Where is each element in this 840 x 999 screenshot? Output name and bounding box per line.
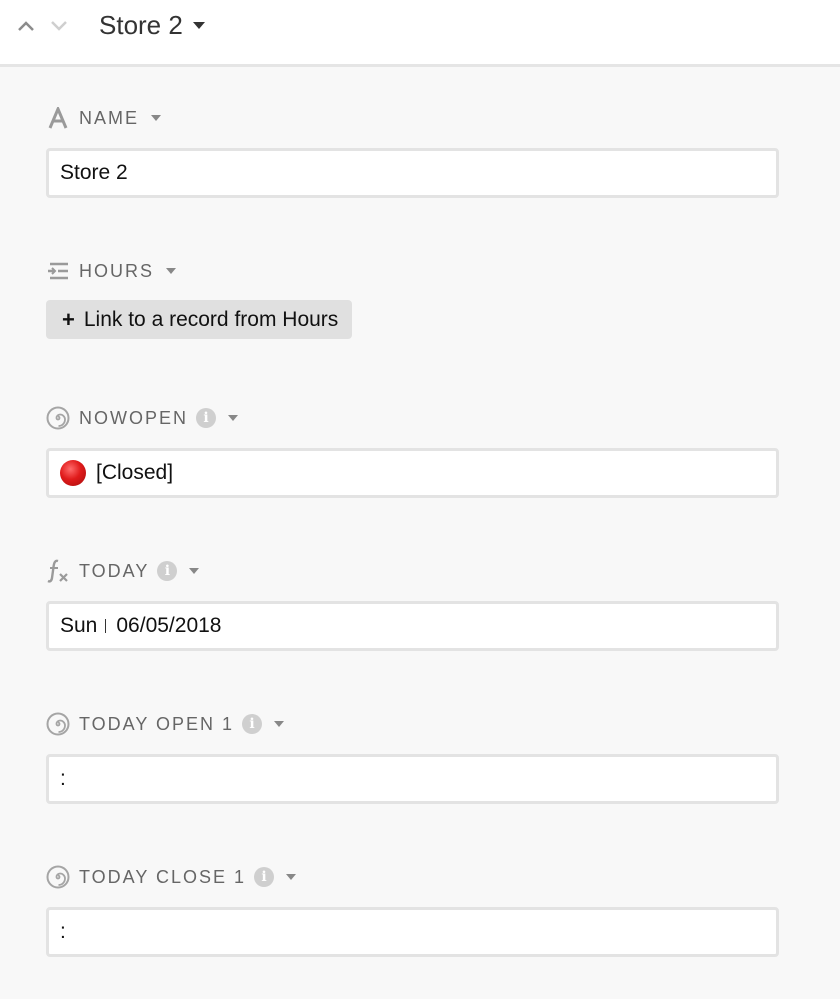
field-name: NAME Store 2: [46, 106, 779, 198]
red-circle-icon: [60, 460, 86, 486]
today-day: Sun: [60, 614, 98, 637]
info-icon[interactable]: i: [196, 408, 217, 428]
formula-icon: [46, 559, 70, 583]
lookup-spiral-icon: [46, 712, 70, 736]
chevron-up-icon: [18, 21, 34, 31]
field-today-close-1-label: TODAY CLOSE 1: [79, 866, 247, 887]
info-icon[interactable]: i: [254, 867, 275, 887]
record-header: Store 2: [0, 0, 840, 67]
lookup-spiral-icon: [46, 406, 70, 430]
name-input[interactable]: Store 2: [46, 148, 779, 198]
info-icon[interactable]: i: [157, 561, 178, 581]
today-close-1-value: :: [46, 907, 779, 957]
field-label-nowopen: NOWOPEN i: [46, 406, 779, 430]
chevron-down-icon: [51, 21, 67, 31]
field-menu-caret-icon[interactable]: [151, 115, 162, 121]
field-label-today-close-1: TODAY CLOSE 1 i: [46, 865, 779, 889]
field-label-today: TODAY i: [46, 559, 779, 583]
field-menu-caret-icon[interactable]: [274, 721, 285, 727]
field-hours-label: HOURS: [79, 260, 155, 281]
record-title-dropdown[interactable]: Store 2: [99, 9, 205, 41]
next-record-button[interactable]: [49, 16, 69, 36]
field-nowopen: NOWOPEN i [Closed]: [46, 406, 779, 498]
lookup-spiral-icon: [46, 865, 70, 889]
field-today-open-1-label: TODAY OPEN 1: [79, 713, 235, 734]
field-menu-caret-icon[interactable]: [228, 415, 239, 421]
nowopen-value: [Closed]: [46, 448, 779, 498]
link-record-button-label: Link to a record from Hours: [83, 307, 339, 331]
record-title: Store 2: [99, 10, 183, 40]
field-hours: HOURS + Link to a record from Hours: [46, 259, 779, 339]
caret-down-icon: [192, 21, 205, 29]
field-today-open-1: TODAY OPEN 1 i :: [46, 712, 779, 804]
field-today-label: TODAY: [79, 560, 150, 581]
field-today-close-1: TODAY CLOSE 1 i :: [46, 865, 779, 957]
field-menu-caret-icon[interactable]: [189, 568, 200, 574]
field-menu-caret-icon[interactable]: [166, 268, 177, 274]
field-name-label: NAME: [79, 107, 140, 128]
field-label-hours: HOURS: [46, 259, 779, 283]
today-date: 06/05/2018: [116, 614, 222, 637]
plus-icon: +: [62, 306, 75, 332]
today-value: Sun 06/05/2018: [46, 601, 779, 651]
nowopen-text: [Closed]: [96, 461, 174, 484]
field-nowopen-label: NOWOPEN: [79, 407, 189, 428]
link-record-button[interactable]: + Link to a record from Hours: [46, 300, 353, 339]
field-label-today-open-1: TODAY OPEN 1 i: [46, 712, 779, 736]
previous-record-button[interactable]: [16, 16, 36, 36]
field-today: TODAY i Sun 06/05/2018: [46, 559, 779, 651]
text-field-icon: [46, 106, 70, 130]
field-menu-caret-icon[interactable]: [286, 874, 297, 880]
info-icon[interactable]: i: [242, 714, 263, 734]
field-label-name: NAME: [46, 106, 779, 130]
linked-record-icon: [46, 259, 70, 283]
separator: [105, 619, 107, 633]
today-open-1-value: :: [46, 754, 779, 804]
